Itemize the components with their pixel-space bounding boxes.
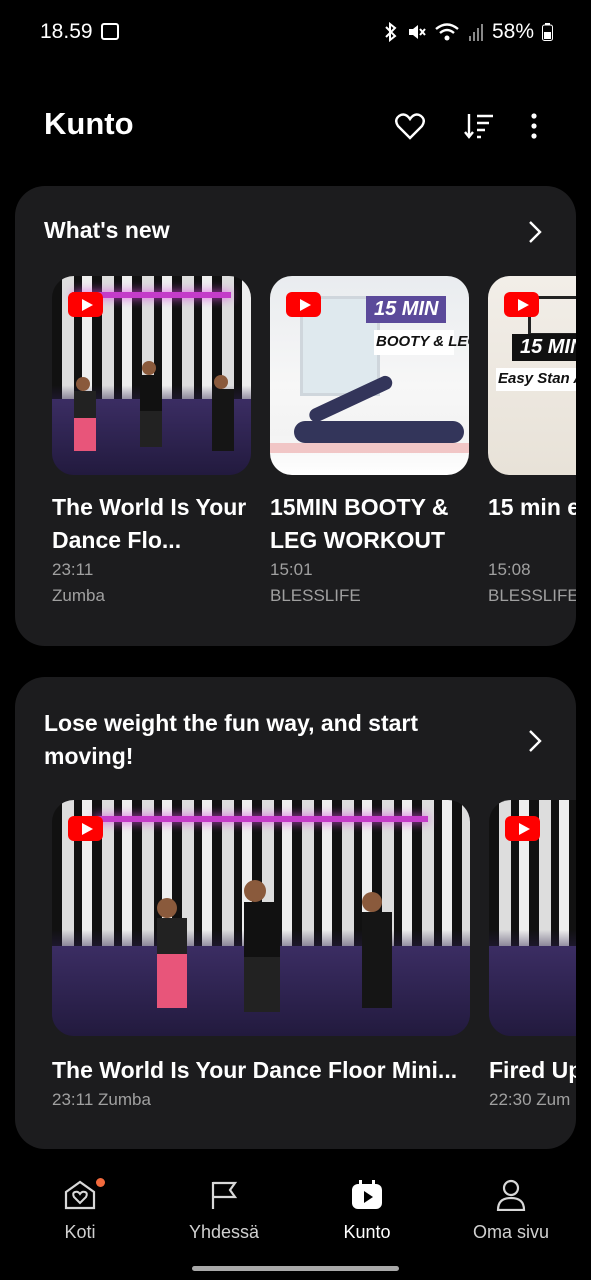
section-title: Lose weight the fun way, and start movin… [44, 710, 419, 769]
battery-icon [542, 23, 553, 41]
wifi-icon [435, 23, 459, 41]
nav-label: Koti [64, 1222, 96, 1242]
youtube-icon [68, 292, 103, 317]
section-title: What's new [44, 217, 170, 243]
video-channel: Zumba [52, 586, 105, 605]
thumbnail-badge: 15 MIN [512, 334, 576, 361]
video-card[interactable]: Fired Up 22:30 Zum [489, 800, 576, 1113]
youtube-icon [505, 816, 540, 841]
video-thumbnail[interactable]: 15 MIN Easy Stan ABS [488, 276, 576, 475]
nav-label: Kunto [343, 1222, 391, 1242]
nav-item-yhdessa[interactable]: Yhdessä [164, 1178, 284, 1243]
youtube-icon [504, 292, 539, 317]
video-card[interactable]: 15 MIN BOOTY & LEG 15MIN BOOTY & LEG WOR… [270, 276, 469, 609]
video-calendar-icon [350, 1178, 384, 1212]
battery-percent: 58% [491, 20, 534, 43]
youtube-icon [68, 816, 103, 841]
video-duration: 15:01 [270, 560, 313, 579]
nav-label: Yhdessä [188, 1222, 260, 1242]
whats-new-carousel[interactable]: The World Is Your Dance Flo... 23:11 Zum… [52, 276, 576, 616]
video-card[interactable]: The World Is Your Dance Floor Mini... 23… [52, 800, 470, 1113]
thumbnail-badge: 15 MIN [366, 296, 447, 323]
more-options-icon[interactable] [516, 108, 552, 144]
video-thumbnail[interactable] [489, 800, 576, 1036]
video-thumbnail[interactable]: 15 MIN BOOTY & LEG [270, 276, 469, 475]
mute-icon [408, 25, 426, 39]
gallery-notification-icon [101, 23, 119, 40]
flag-icon [207, 1178, 241, 1212]
person-icon [494, 1178, 528, 1212]
nav-item-kunto[interactable]: Kunto [307, 1178, 427, 1243]
sort-icon[interactable] [461, 108, 497, 144]
nav-item-oma-sivu[interactable]: Oma sivu [451, 1178, 571, 1243]
bluetooth-icon [385, 22, 397, 42]
nav-item-koti[interactable]: Koti [20, 1178, 140, 1243]
thumbnail-label: Easy Stan ABS [496, 368, 576, 391]
video-title: The World Is Your Dance Floor Mini... [52, 1057, 458, 1083]
chevron-right-icon[interactable] [522, 220, 546, 244]
video-channel: BLESSLIFE [270, 586, 361, 605]
app-header: Kunto [0, 96, 591, 156]
bottom-navigation: Koti Yhdessä Kunto Oma sivu [0, 1162, 591, 1252]
heart-icon[interactable] [392, 108, 428, 144]
section-header[interactable]: Lose weight the fun way, and start movin… [44, 707, 546, 773]
thumbnail-label: BOOTY & LEG [374, 330, 469, 355]
status-icons: 58% [384, 20, 553, 44]
chevron-right-icon[interactable] [522, 729, 546, 753]
video-title: Fired Up [489, 1057, 576, 1083]
video-thumbnail[interactable] [52, 800, 470, 1036]
video-title: 15MIN BOOTY & LEG WORKOUT [270, 494, 449, 553]
video-duration: 23:11 [52, 560, 94, 579]
video-meta: 23:11 Zumba [52, 1090, 151, 1109]
video-meta: 22:30 Zum [489, 1090, 571, 1109]
video-card[interactable]: The World Is Your Dance Flo... 23:11 Zum… [52, 276, 251, 609]
lose-weight-section: Lose weight the fun way, and start movin… [15, 677, 576, 1149]
section-header[interactable]: What's new [44, 214, 546, 247]
page-title: Kunto [44, 106, 134, 141]
nav-label: Oma sivu [472, 1222, 550, 1242]
video-title: The World Is Your Dance Flo... [52, 494, 247, 553]
status-bar: 18.59 58% [0, 0, 591, 64]
video-thumbnail[interactable] [52, 276, 251, 475]
video-card[interactable]: 15 MIN Easy Stan ABS 15 min e Standin 15… [488, 276, 576, 609]
signal-icon [468, 24, 483, 41]
gesture-home-bar[interactable] [192, 1266, 399, 1271]
status-time: 18.59 [40, 20, 93, 43]
video-channel: BLESSLIFE [488, 586, 576, 605]
whats-new-section: What's new The World Is Your Dance Flo..… [15, 186, 576, 646]
home-heart-icon [63, 1178, 105, 1212]
video-duration: 15:08 [488, 560, 531, 579]
youtube-icon [286, 292, 321, 317]
video-title: 15 min e Standin [488, 494, 576, 520]
notification-dot [96, 1178, 105, 1187]
lose-weight-carousel[interactable]: The World Is Your Dance Floor Mini... 23… [52, 800, 576, 1120]
